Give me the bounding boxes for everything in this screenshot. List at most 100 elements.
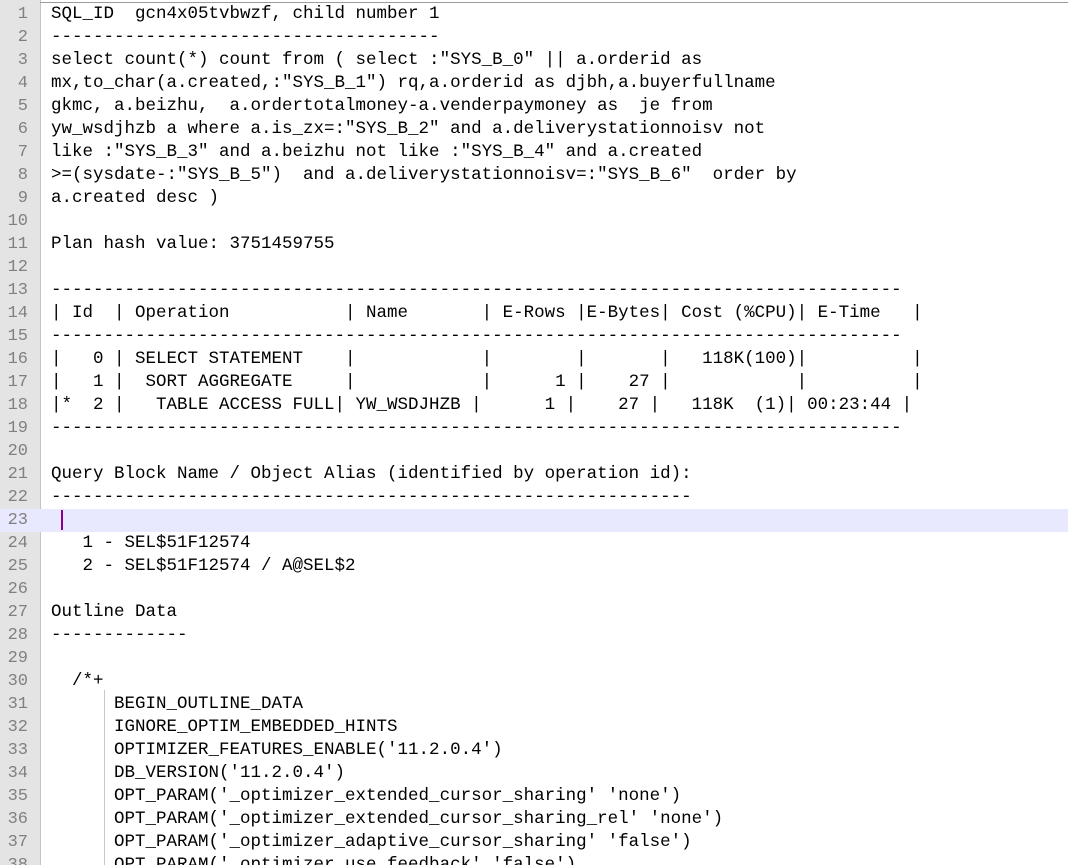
line-number: 20 bbox=[7, 442, 28, 461]
line-text[interactable]: OPT_PARAM('_optimizer_adaptive_cursor_sh… bbox=[51, 831, 1068, 854]
code-line[interactable]: 13 --------------------------------------… bbox=[0, 279, 1068, 302]
code-line[interactable]: 38 OPT_PARAM('_optimizer_use_feedback' '… bbox=[0, 854, 1068, 865]
line-text[interactable]: Query Block Name / Object Alias (identif… bbox=[51, 463, 1068, 486]
code-line[interactable]: 34 DB_VERSION('11.2.0.4') bbox=[0, 762, 1068, 785]
line-text[interactable]: | 0 | SELECT STATEMENT | | | | 118K(100)… bbox=[51, 348, 1068, 371]
line-number: 30 bbox=[7, 672, 28, 691]
line-number: 3 bbox=[17, 51, 28, 70]
code-line[interactable]: 25 2 - SEL$51F12574 / A@SEL$2 bbox=[0, 555, 1068, 578]
line-text[interactable]: OPT_PARAM('_optimizer_extended_cursor_sh… bbox=[51, 808, 1068, 831]
text-editor[interactable]: 1 SQL_ID gcn4x05tvbwzf, child number 1 2 --… bbox=[0, 0, 1068, 865]
line-number: 34 bbox=[7, 764, 28, 783]
line-number: 11 bbox=[7, 235, 28, 254]
line-text[interactable] bbox=[51, 256, 1068, 279]
line-text[interactable]: ----------------------------------------… bbox=[51, 486, 1068, 509]
code-line[interactable]: 28 ------------- bbox=[0, 624, 1068, 647]
line-text[interactable]: |* 2 | TABLE ACCESS FULL| YW_WSDJHZB | 1… bbox=[51, 394, 1068, 417]
editor-text-area[interactable]: 1 SQL_ID gcn4x05tvbwzf, child number 1 2 --… bbox=[0, 3, 1068, 865]
code-line[interactable]: 17 | 1 | SORT AGGREGATE | | 1 | 27 | | | bbox=[0, 371, 1068, 394]
line-number: 38 bbox=[0, 854, 28, 865]
code-line[interactable]: 27 Outline Data bbox=[0, 601, 1068, 624]
code-line[interactable]: 11 Plan hash value: 3751459755 bbox=[0, 233, 1068, 256]
code-line[interactable]: 7 like :"SYS_B_3" and a.beizhu not like :… bbox=[0, 141, 1068, 164]
line-number: 35 bbox=[7, 787, 28, 806]
code-line[interactable]: 6 yw_wsdjhzb a where a.is_zx=:"SYS_B_2" a… bbox=[0, 118, 1068, 141]
code-line[interactable]: 26 bbox=[0, 578, 1068, 601]
line-number: 21 bbox=[7, 465, 28, 484]
line-text[interactable]: ----------------------------------------… bbox=[51, 417, 1068, 440]
line-number: 10 bbox=[7, 212, 28, 231]
line-number: 19 bbox=[7, 419, 28, 438]
line-number: 2 bbox=[17, 28, 28, 47]
indent-guide bbox=[104, 690, 105, 865]
line-text[interactable] bbox=[51, 509, 1068, 532]
line-text[interactable]: ------------------------------------- bbox=[51, 26, 1068, 49]
code-line[interactable]: 3 select count(*) count from ( select :"S… bbox=[0, 49, 1068, 72]
line-text[interactable]: IGNORE_OPTIM_EMBEDDED_HINTS bbox=[51, 716, 1068, 739]
code-line[interactable]: 24 1 - SEL$51F12574 bbox=[0, 532, 1068, 555]
line-text[interactable]: >=(sysdate-:"SYS_B_5") and a.deliverysta… bbox=[51, 164, 1068, 187]
line-text[interactable]: ----------------------------------------… bbox=[51, 325, 1068, 348]
line-number: 7 bbox=[17, 143, 28, 162]
line-number: 14 bbox=[7, 304, 28, 323]
line-number: 1 bbox=[17, 5, 28, 24]
line-text[interactable]: | 1 | SORT AGGREGATE | | 1 | 27 | | | bbox=[51, 371, 1068, 394]
line-text[interactable]: select count(*) count from ( select :"SY… bbox=[51, 49, 1068, 72]
line-text[interactable]: OPT_PARAM('_optimizer_extended_cursor_sh… bbox=[51, 785, 1068, 808]
code-line[interactable]: 31 BEGIN_OUTLINE_DATA bbox=[0, 693, 1068, 716]
line-text[interactable]: ----------------------------------------… bbox=[51, 279, 1068, 302]
line-text[interactable]: Plan hash value: 3751459755 bbox=[51, 233, 1068, 256]
line-number: 18 bbox=[7, 396, 28, 415]
line-text[interactable]: ------------- bbox=[51, 624, 1068, 647]
line-text[interactable] bbox=[51, 647, 1068, 670]
code-line[interactable]: 35 OPT_PARAM('_optimizer_extended_cursor… bbox=[0, 785, 1068, 808]
line-text[interactable]: /*+ bbox=[51, 670, 1068, 693]
line-text[interactable]: like :"SYS_B_3" and a.beizhu not like :"… bbox=[51, 141, 1068, 164]
line-text[interactable]: gkmc, a.beizhu, a.ordertotalmoney-a.vend… bbox=[51, 95, 1068, 118]
code-line[interactable]: 36 OPT_PARAM('_optimizer_extended_cursor… bbox=[0, 808, 1068, 831]
line-text[interactable]: 1 - SEL$51F12574 bbox=[51, 532, 1068, 555]
line-number: 36 bbox=[7, 810, 28, 829]
code-line[interactable]: 10 bbox=[0, 210, 1068, 233]
code-line[interactable]: 16 | 0 | SELECT STATEMENT | | | | 118K(10… bbox=[0, 348, 1068, 371]
code-line[interactable]: 37 OPT_PARAM('_optimizer_adaptive_cursor… bbox=[0, 831, 1068, 854]
line-text[interactable]: mx,to_char(a.created,:"SYS_B_1") rq,a.or… bbox=[51, 72, 1068, 95]
code-line[interactable]: 8 >=(sysdate-:"SYS_B_5") and a.deliveryst… bbox=[0, 164, 1068, 187]
line-text[interactable] bbox=[51, 578, 1068, 601]
line-text[interactable] bbox=[51, 210, 1068, 233]
code-line[interactable]: 19 --------------------------------------… bbox=[0, 417, 1068, 440]
code-line[interactable]: 29 bbox=[0, 647, 1068, 670]
code-line[interactable]: 2 ------------------------------------- bbox=[0, 26, 1068, 49]
code-line[interactable]: 15 --------------------------------------… bbox=[0, 325, 1068, 348]
line-text[interactable]: a.created desc ) bbox=[51, 187, 1068, 210]
line-text[interactable]: BEGIN_OUTLINE_DATA bbox=[51, 693, 1068, 716]
line-text[interactable]: SQL_ID gcn4x05tvbwzf, child number 1 bbox=[51, 3, 1068, 26]
code-line[interactable]: 5 gkmc, a.beizhu, a.ordertotalmoney-a.ven… bbox=[0, 95, 1068, 118]
code-line[interactable]: 20 bbox=[0, 440, 1068, 463]
line-text[interactable]: yw_wsdjhzb a where a.is_zx=:"SYS_B_2" an… bbox=[51, 118, 1068, 141]
line-number: 27 bbox=[7, 603, 28, 622]
code-line[interactable]: 9 a.created desc ) bbox=[0, 187, 1068, 210]
code-line[interactable]: 18 |* 2 | TABLE ACCESS FULL| YW_WSDJHZB |… bbox=[0, 394, 1068, 417]
code-line[interactable]: 32 IGNORE_OPTIM_EMBEDDED_HINTS bbox=[0, 716, 1068, 739]
line-text[interactable]: | Id | Operation | Name | E-Rows |E-Byte… bbox=[51, 302, 1068, 325]
line-number: 33 bbox=[7, 741, 28, 760]
line-text[interactable]: OPTIMIZER_FEATURES_ENABLE('11.2.0.4') bbox=[51, 739, 1068, 762]
code-line[interactable]: 12 bbox=[0, 256, 1068, 279]
code-line[interactable]: 4 mx,to_char(a.created,:"SYS_B_1") rq,a.o… bbox=[0, 72, 1068, 95]
current-line[interactable]: 23 bbox=[0, 509, 1068, 532]
line-text[interactable]: OPT_PARAM('_optimizer_use_feedback' 'fal… bbox=[51, 854, 1068, 865]
code-line[interactable]: 30 /*+ bbox=[0, 670, 1068, 693]
code-line[interactable]: 14 | Id | Operation | Name | E-Rows |E-By… bbox=[0, 302, 1068, 325]
code-line[interactable]: 21 Query Block Name / Object Alias (ident… bbox=[0, 463, 1068, 486]
code-line[interactable]: 22 --------------------------------------… bbox=[0, 486, 1068, 509]
line-text[interactable]: DB_VERSION('11.2.0.4') bbox=[51, 762, 1068, 785]
code-line[interactable]: 1 SQL_ID gcn4x05tvbwzf, child number 1 bbox=[0, 3, 1068, 26]
line-text[interactable]: 2 - SEL$51F12574 / A@SEL$2 bbox=[51, 555, 1068, 578]
line-text[interactable]: Outline Data bbox=[51, 601, 1068, 624]
line-number: 28 bbox=[7, 626, 28, 645]
code-line[interactable]: 33 OPTIMIZER_FEATURES_ENABLE('11.2.0.4') bbox=[0, 739, 1068, 762]
line-number: 29 bbox=[7, 649, 28, 668]
line-number: 6 bbox=[17, 120, 28, 139]
line-text[interactable] bbox=[51, 440, 1068, 463]
